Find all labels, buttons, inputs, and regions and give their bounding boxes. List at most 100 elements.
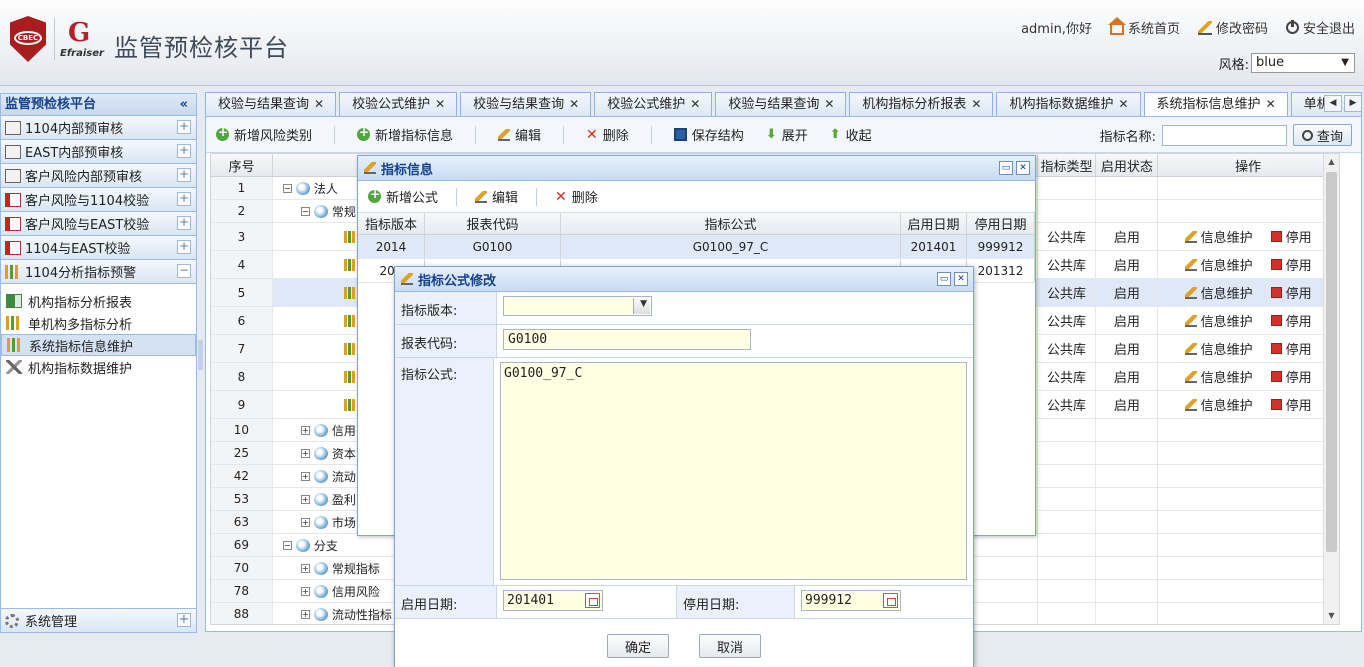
disable-link[interactable]: 停用 <box>1270 395 1312 414</box>
confirm-button[interactable]: 确定 <box>607 634 669 658</box>
tab-check-results-3[interactable]: 校验与结果查询 ✕ <box>715 92 847 116</box>
search-input[interactable] <box>1161 124 1287 146</box>
calendar-icon[interactable] <box>585 593 600 608</box>
version-select[interactable] <box>503 296 652 316</box>
tab-check-results-2[interactable]: 校验与结果查询 ✕ <box>460 92 592 116</box>
disable-link[interactable]: 停用 <box>1270 227 1312 246</box>
close-icon[interactable]: ✕ <box>971 93 981 116</box>
sidebar-group-1104-pre-audit[interactable]: 1104内部预审核 + <box>1 116 196 140</box>
sidebar-item-org-indicator-data[interactable]: 机构指标数据维护 <box>1 356 196 378</box>
save-structure-button[interactable]: 保存结构 <box>673 125 744 144</box>
expand-icon[interactable]: + <box>177 192 191 206</box>
delete-button[interactable]: ✕ 删除 <box>586 125 629 145</box>
formula-textarea[interactable]: G0100_97_C <box>500 362 967 580</box>
sidebar-group-risk-east[interactable]: 客户风险与EAST校验 + <box>1 212 196 236</box>
tab-check-formula-1[interactable]: 校验公式维护 ✕ <box>339 92 458 116</box>
tree-expand-icon[interactable]: + <box>300 563 310 573</box>
disable-link[interactable]: 停用 <box>1270 255 1312 274</box>
start-date-input[interactable]: 201401 <box>503 590 603 611</box>
edit-button[interactable]: 编辑 <box>498 125 541 144</box>
close-icon[interactable]: ✕ <box>314 93 324 116</box>
add-risk-category-button[interactable]: 新增风险类别 <box>216 125 312 144</box>
tab-org-indicator-data[interactable]: 机构指标数据维护 ✕ <box>996 92 1141 116</box>
sidebar-item-system-indicator-maintenance[interactable]: 系统指标信息维护 <box>1 334 196 356</box>
scrollbar-thumb[interactable] <box>1326 172 1337 552</box>
report-code-input[interactable]: G0100 <box>503 329 751 350</box>
sidebar-group-1104-east[interactable]: 1104与EAST校验 + <box>1 236 196 260</box>
grid-scrollbar[interactable]: ▲ ▼ <box>1323 154 1339 624</box>
disable-link[interactable]: 停用 <box>1270 339 1312 358</box>
maximize-icon[interactable]: ▭ <box>999 161 1013 175</box>
end-date-input[interactable]: 999912 <box>801 590 901 611</box>
scroll-up-icon[interactable]: ▲ <box>1324 154 1339 170</box>
style-select[interactable]: blue <box>1251 53 1355 73</box>
calendar-icon[interactable] <box>883 593 898 608</box>
cancel-button[interactable]: 取消 <box>699 634 761 658</box>
change-password-link[interactable]: 修改密码 <box>1197 18 1268 37</box>
disable-link[interactable]: 停用 <box>1270 283 1312 302</box>
expand-icon[interactable]: + <box>177 613 191 627</box>
maintain-info-link[interactable]: 信息维护 <box>1184 283 1253 302</box>
tree-collapse-icon[interactable]: − <box>300 206 310 216</box>
tree-expand-icon[interactable]: + <box>300 448 310 458</box>
maintain-info-link[interactable]: 信息维护 <box>1184 311 1253 330</box>
close-icon[interactable]: ✕ <box>435 93 445 116</box>
maximize-icon[interactable]: ▭ <box>937 272 951 286</box>
delete-formula-button[interactable]: ✕ 删除 <box>555 187 598 207</box>
edit-formula-button[interactable]: 编辑 <box>475 187 518 206</box>
search-button[interactable]: 查询 <box>1292 124 1352 146</box>
row-number: 6 <box>211 307 273 334</box>
maintain-info-link[interactable]: 信息维护 <box>1184 367 1253 386</box>
tree-expand-icon[interactable]: + <box>300 517 310 527</box>
sidebar-group-1104-analysis[interactable]: 1104分析指标预警 − <box>1 260 196 284</box>
close-icon[interactable]: ✕ <box>569 93 579 116</box>
tree-expand-icon[interactable]: + <box>300 494 310 504</box>
collapse-icon[interactable]: − <box>177 264 191 278</box>
maintain-info-link[interactable]: 信息维护 <box>1184 227 1253 246</box>
close-icon[interactable]: ✕ <box>690 93 700 116</box>
maintain-info-link[interactable]: 信息维护 <box>1184 395 1253 414</box>
expand-icon[interactable]: + <box>177 168 191 182</box>
expand-icon[interactable]: + <box>177 144 191 158</box>
expand-icon[interactable]: + <box>177 120 191 134</box>
close-icon[interactable]: ✕ <box>1016 161 1030 175</box>
close-icon[interactable]: ✕ <box>824 93 834 116</box>
close-icon[interactable]: ✕ <box>1118 93 1128 116</box>
collapse-button[interactable]: ⬆ 收起 <box>830 125 872 144</box>
expand-icon[interactable]: + <box>177 216 191 230</box>
maintain-info-link[interactable]: 信息维护 <box>1184 255 1253 274</box>
tab-check-results-1[interactable]: 校验与结果查询 ✕ <box>205 92 337 116</box>
sidebar-group-east-pre-audit[interactable]: EAST内部预审核 + <box>1 140 196 164</box>
sidebar-collapse-button[interactable]: « <box>180 94 188 115</box>
table-row[interactable]: 2014 G0100 G0100_97_C 201401 999912 <box>358 235 1035 259</box>
sidebar-group-customer-risk-audit[interactable]: 客户风险内部预审核 + <box>1 164 196 188</box>
close-icon[interactable]: ✕ <box>954 272 968 286</box>
expand-button[interactable]: ⬇ 展开 <box>766 125 808 144</box>
tree-expand-icon[interactable]: + <box>300 471 310 481</box>
logout-link[interactable]: 安全退出 <box>1285 18 1355 37</box>
tree-collapse-icon[interactable]: − <box>282 183 292 193</box>
expand-icon[interactable]: + <box>177 240 191 254</box>
close-icon[interactable]: ✕ <box>1266 93 1276 116</box>
tab-system-indicator-maintenance[interactable]: 系统指标信息维护 ✕ <box>1143 92 1288 116</box>
add-indicator-button[interactable]: 新增指标信息 <box>357 125 453 144</box>
tree-expand-icon[interactable]: + <box>300 425 310 435</box>
disable-link[interactable]: 停用 <box>1270 367 1312 386</box>
tree-expand-icon[interactable]: + <box>300 586 310 596</box>
scroll-right-icon[interactable]: ▶ <box>1344 95 1362 112</box>
sidebar-group-system-management[interactable]: 系统管理 + <box>1 608 196 632</box>
add-formula-button[interactable]: 新增公式 <box>368 187 438 206</box>
disable-link[interactable]: 停用 <box>1270 311 1312 330</box>
scroll-down-icon[interactable]: ▼ <box>1324 608 1339 624</box>
sidebar-item-single-org-analysis[interactable]: 单机构多指标分析 <box>1 312 196 334</box>
tree-collapse-icon[interactable]: − <box>282 540 292 550</box>
tree-expand-icon[interactable]: + <box>300 609 310 619</box>
sidebar-item-org-indicator-report[interactable]: 机构指标分析报表 <box>1 290 196 312</box>
tab-org-indicator-report[interactable]: 机构指标分析报表 ✕ <box>849 92 994 116</box>
sidebar-group-risk-1104[interactable]: 客户风险与1104校验 + <box>1 188 196 212</box>
maintain-info-link[interactable]: 信息维护 <box>1184 339 1253 358</box>
scroll-left-icon[interactable]: ◀ <box>1324 95 1342 112</box>
tab-check-formula-2[interactable]: 校验公式维护 ✕ <box>594 92 713 116</box>
home-link[interactable]: 系统首页 <box>1107 16 1180 37</box>
panel-splitter[interactable] <box>198 340 203 370</box>
